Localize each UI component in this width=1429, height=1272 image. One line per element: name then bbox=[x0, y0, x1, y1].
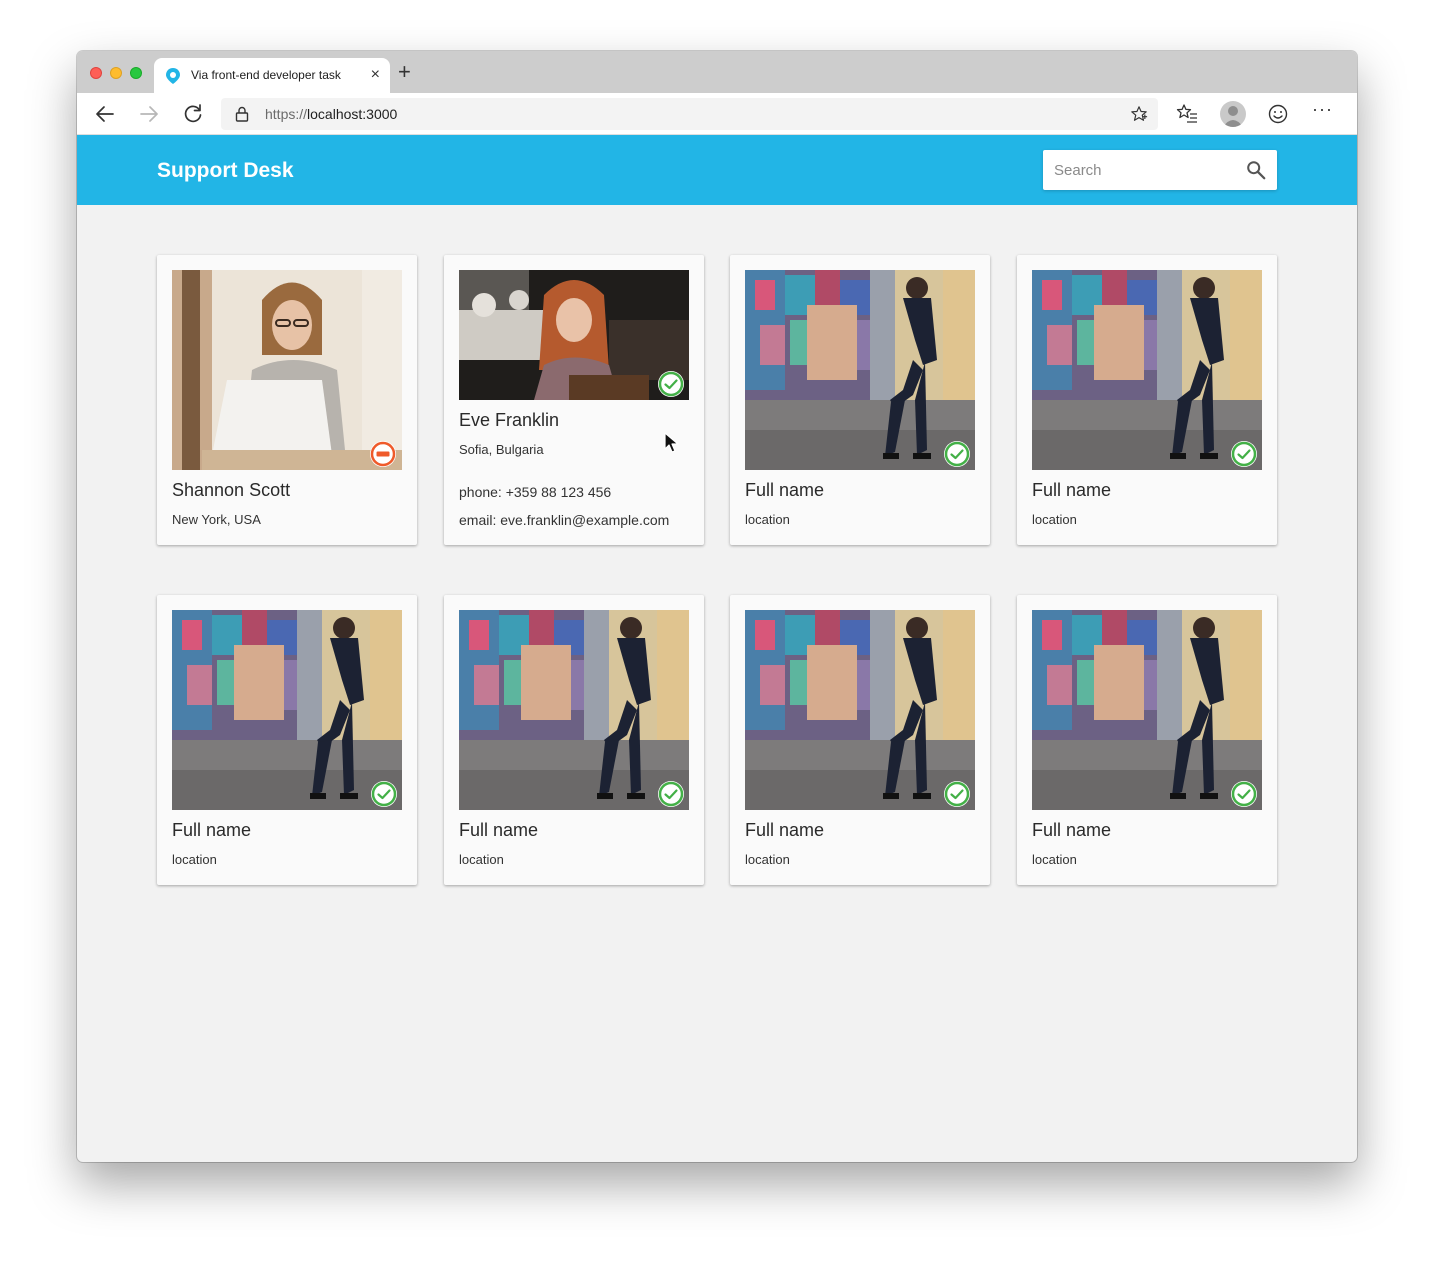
profile-image bbox=[172, 610, 402, 810]
card-full-name: Full name bbox=[1032, 820, 1112, 840]
profile-image bbox=[745, 610, 975, 810]
card-location: location bbox=[745, 512, 790, 527]
card-location: Sofia, Bulgaria bbox=[459, 442, 544, 457]
card-location: location bbox=[1032, 852, 1077, 867]
profile-image bbox=[459, 270, 689, 400]
card-location: location bbox=[172, 852, 217, 867]
card-full-name: Full name bbox=[745, 820, 825, 840]
available-status-icon bbox=[371, 781, 397, 807]
profile-card[interactable]: Full name location bbox=[1017, 595, 1277, 885]
profile-photo bbox=[745, 610, 975, 810]
card-full-name: Full name bbox=[745, 480, 825, 500]
card-location: New York, USA bbox=[172, 512, 261, 527]
available-status-icon bbox=[658, 781, 684, 807]
card-location: location bbox=[745, 852, 790, 867]
profile-photo bbox=[1032, 610, 1262, 810]
profile-card[interactable]: Full name location bbox=[444, 595, 704, 885]
available-status-icon bbox=[1231, 781, 1257, 807]
profile-card[interactable]: Shannon Scott New York, USA bbox=[157, 255, 417, 545]
available-status-icon bbox=[658, 371, 684, 397]
profile-photo bbox=[172, 270, 402, 470]
card-full-name: Shannon Scott bbox=[172, 480, 291, 500]
available-status-icon bbox=[1231, 441, 1257, 467]
card-full-name: Full name bbox=[459, 820, 539, 840]
profile-image bbox=[1032, 270, 1262, 470]
profile-photo bbox=[1032, 270, 1262, 470]
available-status-icon bbox=[944, 441, 970, 467]
profile-image bbox=[459, 610, 689, 810]
mouse-cursor-icon bbox=[664, 432, 679, 453]
profile-image bbox=[172, 270, 402, 470]
card-location: location bbox=[459, 852, 504, 867]
card-full-name: Eve Franklin bbox=[459, 410, 560, 430]
profile-card[interactable]: Full name location bbox=[157, 595, 417, 885]
profile-image bbox=[1032, 610, 1262, 810]
browser-window: Via front-end developer task × + https:/… bbox=[77, 51, 1357, 1162]
card-full-name: Full name bbox=[1032, 480, 1112, 500]
profile-card-expanded[interactable]: Eve Franklin Sofia, Bulgaria phone: +359… bbox=[444, 255, 704, 545]
profile-card[interactable]: Full name location bbox=[730, 595, 990, 885]
profile-grid: Shannon Scott New York, USA Eve Franklin… bbox=[77, 51, 1357, 1162]
profile-photo bbox=[172, 610, 402, 810]
available-status-icon bbox=[944, 781, 970, 807]
profile-photo bbox=[745, 270, 975, 470]
profile-photo bbox=[459, 610, 689, 810]
profile-image bbox=[745, 270, 975, 470]
profile-card[interactable]: Full name location bbox=[730, 255, 990, 545]
card-location: location bbox=[1032, 512, 1077, 527]
busy-status-icon bbox=[370, 441, 396, 467]
card-email: email: eve.franklin@example.com bbox=[459, 512, 670, 528]
profile-card[interactable]: Full name location bbox=[1017, 255, 1277, 545]
profile-photo bbox=[459, 270, 689, 400]
card-phone: phone: +359 88 123 456 bbox=[459, 484, 612, 500]
card-full-name: Full name bbox=[172, 820, 252, 840]
